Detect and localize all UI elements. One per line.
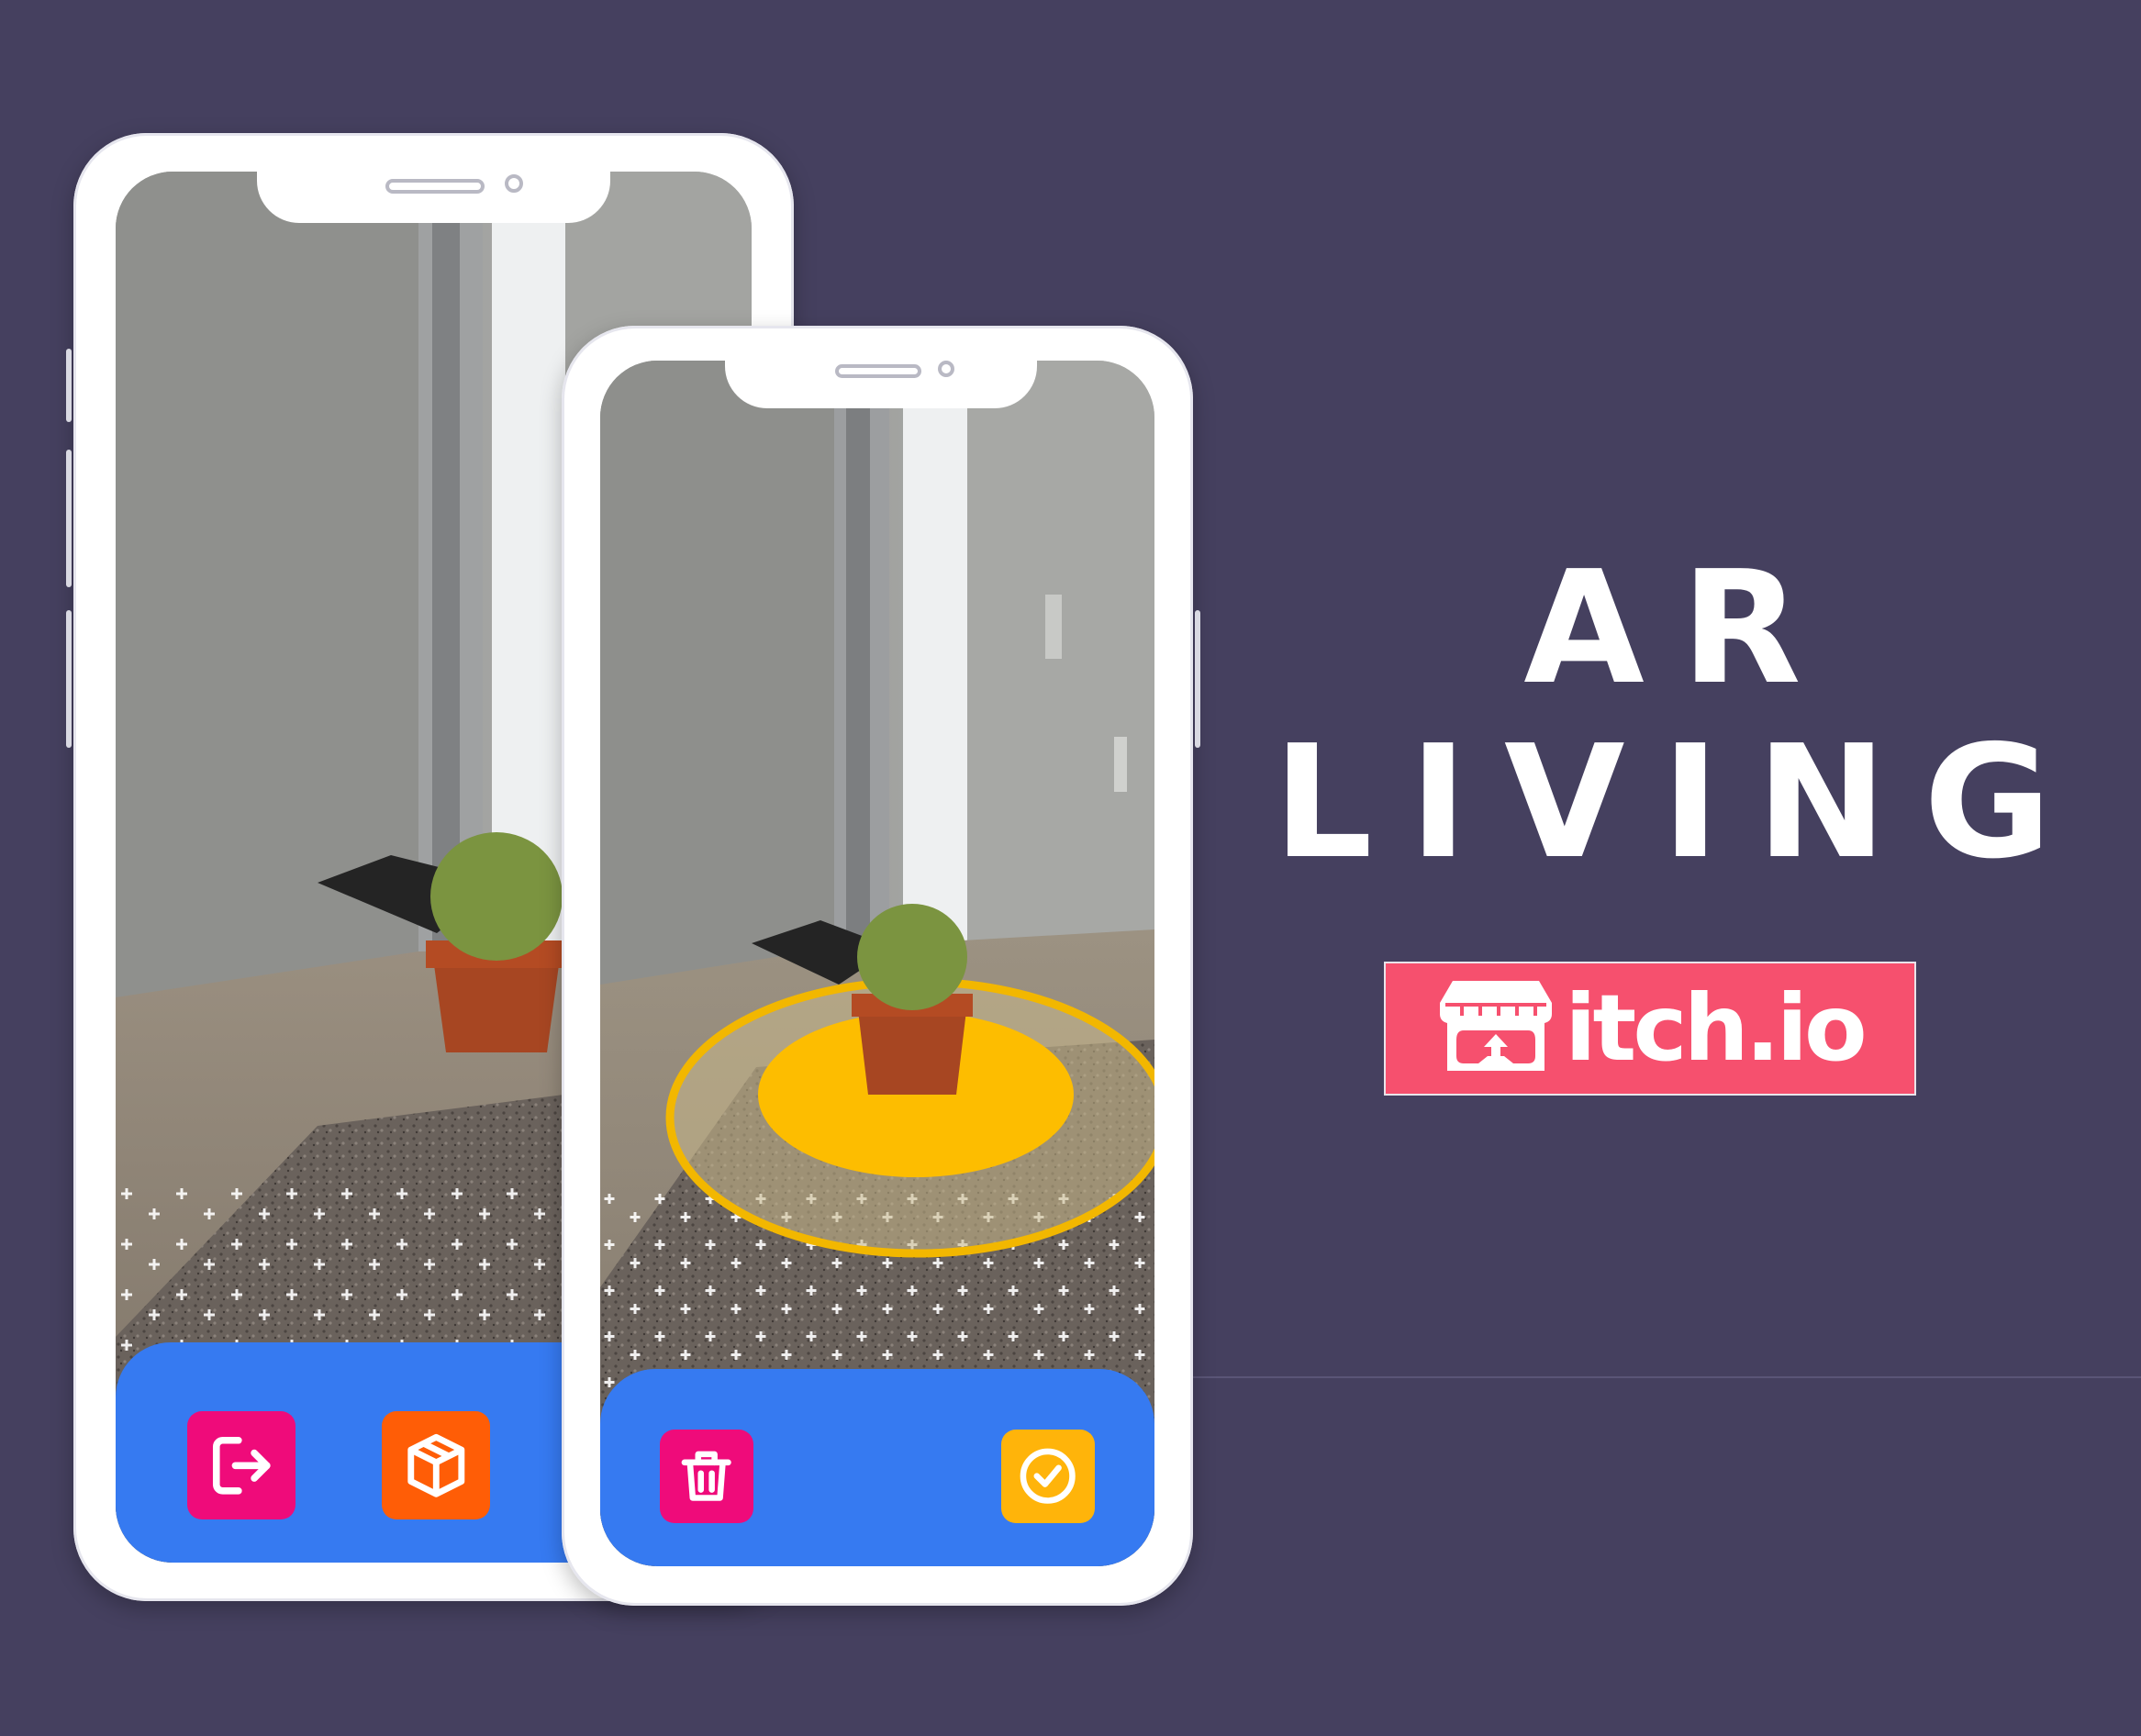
exit-icon (212, 1436, 271, 1495)
bottom-toolbar (600, 1369, 1154, 1566)
phone-right (562, 326, 1200, 1606)
phone-side-button (66, 610, 72, 748)
phone-notch (257, 170, 610, 223)
app-title-line-2: LIVING (1273, 712, 2089, 894)
delete-button[interactable] (660, 1430, 753, 1523)
exit-button[interactable] (187, 1411, 296, 1519)
trash-icon (681, 1451, 732, 1502)
phone-speaker (385, 179, 485, 194)
confirm-button[interactable] (1001, 1430, 1095, 1523)
check-circle-icon (1020, 1448, 1076, 1505)
phone-side-button (66, 349, 72, 422)
itch-store-icon (1440, 981, 1553, 1071)
phone-camera (938, 361, 954, 377)
cube-icon (407, 1433, 464, 1497)
itch-io-text: itch.io (1565, 974, 1868, 1082)
phone-speaker (835, 364, 921, 378)
phone-right-screen[interactable] (600, 361, 1154, 1566)
divider-line (1184, 1376, 2141, 1378)
app-title-line-1: AR (1523, 538, 1838, 719)
phone-camera (505, 174, 523, 193)
object-catalog-button[interactable] (382, 1411, 490, 1519)
phone-side-button (66, 450, 72, 587)
itch-io-badge[interactable]: itch.io (1384, 962, 1916, 1096)
